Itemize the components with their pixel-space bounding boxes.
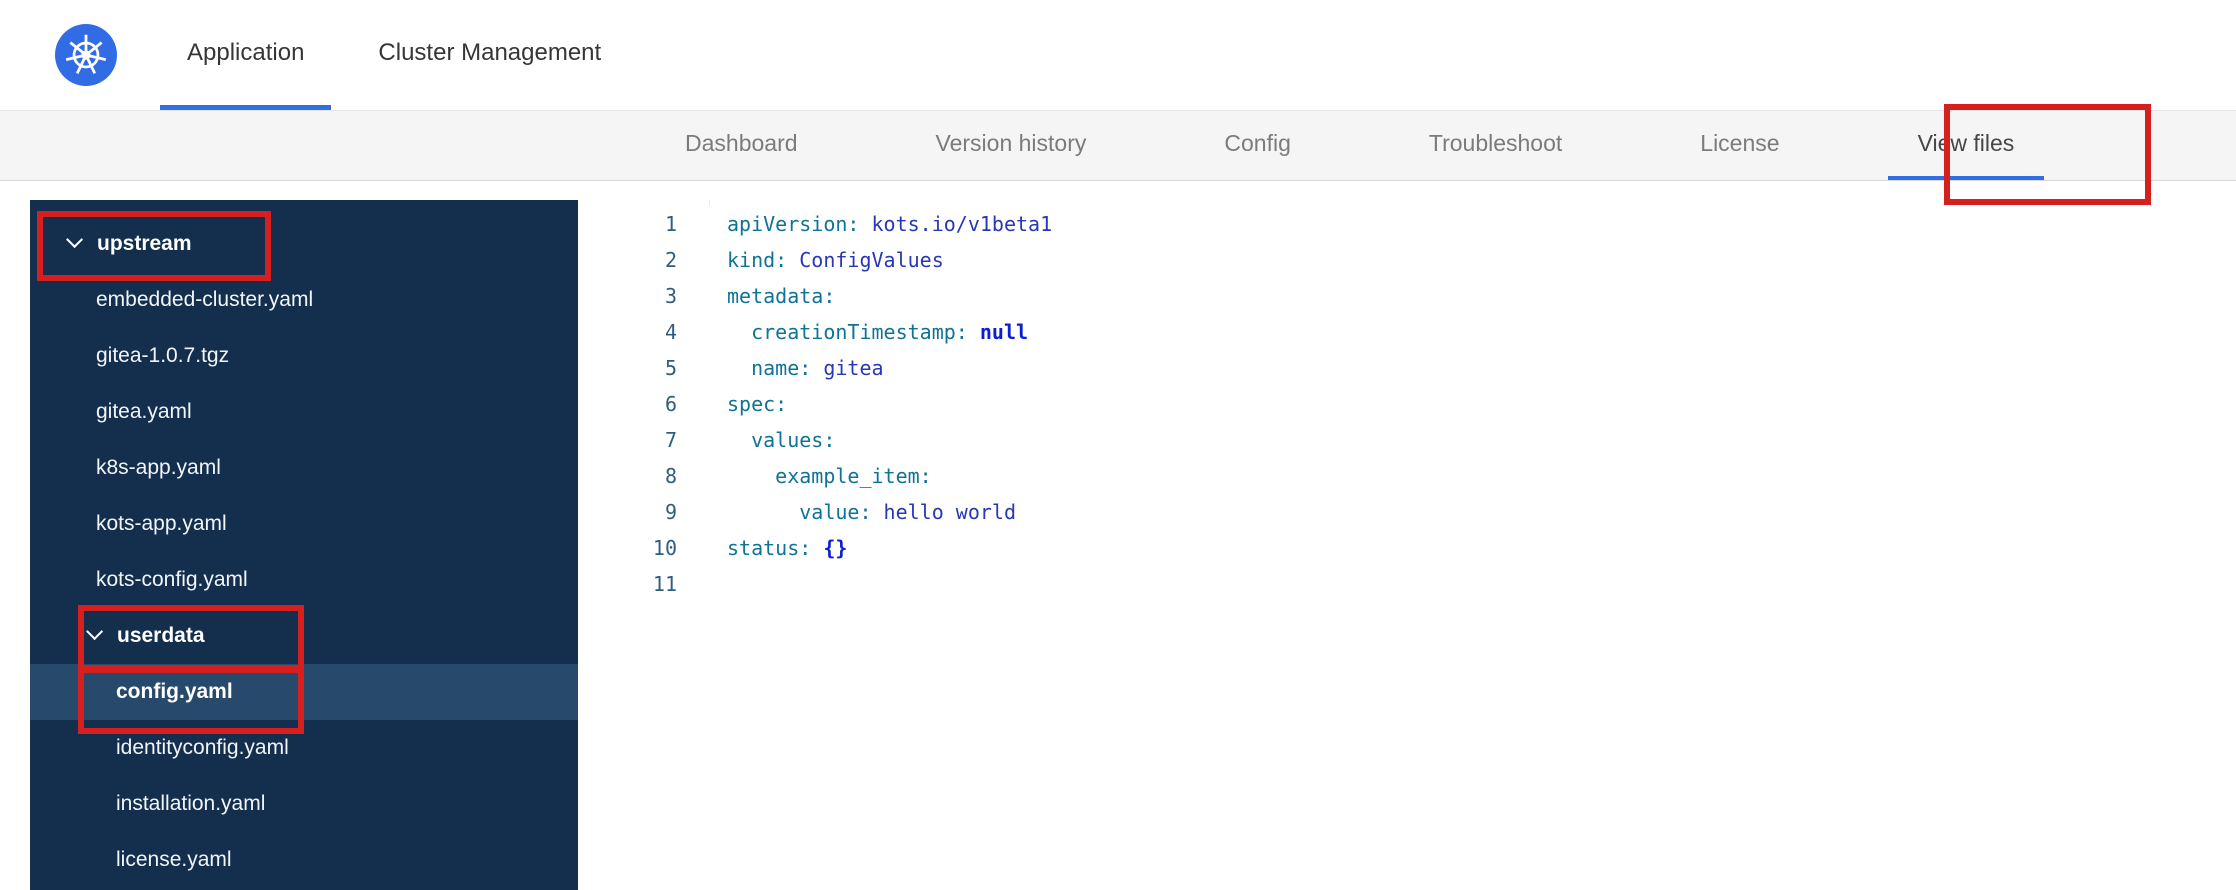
yaml-key: value: [727,500,872,524]
tab-application[interactable]: Application [160,0,332,110]
tree-file-kots-app[interactable]: kots-app.yaml [30,496,578,552]
app-header: Application Cluster Management [0,0,2236,110]
code-line: 9 value: hello world [620,494,2236,530]
tree-file-label: gitea-1.0.7.tgz [96,344,230,367]
line-number: 1 [664,212,677,236]
tree-file-label: license.yaml [116,848,232,871]
file-content-editor[interactable]: 1 apiVersion: kots.io/v1beta1 2 kind: Co… [620,206,2236,890]
tree-file-gitea-yaml[interactable]: gitea.yaml [30,384,578,440]
line-number: 11 [652,572,677,596]
yaml-value: gitea [811,356,884,380]
tab-license[interactable]: License [1670,111,1809,180]
yaml-key: name: [727,356,812,380]
code-line: 5 name: gitea [620,350,2236,386]
line-number: 4 [664,320,677,344]
line-number: 2 [664,248,677,272]
tab-dashboard[interactable]: Dashboard [655,111,828,180]
yaml-key: spec: [727,392,788,416]
tab-cluster-management[interactable]: Cluster Management [351,0,628,110]
tree-file-label: gitea.yaml [96,400,192,423]
tree-file-identityconfig[interactable]: identityconfig.yaml [30,720,578,776]
tree-file-label: installation.yaml [116,792,266,815]
code-line: 7 values: [620,422,2236,458]
yaml-keyword-value: {} [811,536,848,560]
line-number: 8 [664,464,677,488]
code-line: 10 status: {} [620,530,2236,566]
yaml-value: ConfigValues [787,248,944,272]
tab-view-files[interactable]: View files [1887,111,2045,180]
tree-file-label: kots-app.yaml [96,512,227,535]
yaml-value: kots.io/v1beta1 [859,212,1053,236]
tree-file-embedded-cluster[interactable]: embedded-cluster.yaml [30,272,578,328]
tree-file-license[interactable]: license.yaml [30,832,578,888]
yaml-value: hello world [871,500,1016,524]
yaml-key: metadata: [727,284,836,308]
tree-file-label: embedded-cluster.yaml [96,288,314,311]
tree-file-installation[interactable]: installation.yaml [30,776,578,832]
yaml-key: apiVersion: [727,212,860,236]
tree-file-kots-config[interactable]: kots-config.yaml [30,552,578,608]
line-number: 7 [664,428,677,452]
line-number: 5 [664,356,677,380]
tab-troubleshoot[interactable]: Troubleshoot [1399,111,1592,180]
tree-file-label: identityconfig.yaml [116,736,289,759]
code-line: 4 creationTimestamp: null [620,314,2236,350]
tree-file-gitea-tgz[interactable]: gitea-1.0.7.tgz [30,328,578,384]
tree-file-label: kots-config.yaml [96,568,248,591]
yaml-key: status: [727,536,812,560]
yaml-key: values: [727,428,836,452]
tree-folder-upstream[interactable]: upstream [30,216,578,272]
tree-file-label: config.yaml [116,680,233,703]
line-number: 9 [664,500,677,524]
code-line: 3 metadata: [620,278,2236,314]
tab-config[interactable]: Config [1194,111,1320,180]
code-line: 8 example_item: [620,458,2236,494]
tab-version-history[interactable]: Version history [906,111,1117,180]
tree-folder-label: userdata [117,624,205,647]
yaml-keyword-value: null [967,320,1029,344]
chevron-down-icon [66,231,84,249]
line-number: 10 [652,536,677,560]
file-tree-sidebar: upstream embedded-cluster.yaml gitea-1.0… [30,200,578,890]
code-line: 6 spec: [620,386,2236,422]
line-number: 3 [664,284,677,308]
code-line: 2 kind: ConfigValues [620,242,2236,278]
tree-folder-label: upstream [97,232,192,255]
yaml-key: example_item: [727,464,932,488]
code-line: 11 [620,566,2236,602]
tree-file-k8s-app[interactable]: k8s-app.yaml [30,440,578,496]
tree-file-label: k8s-app.yaml [96,456,221,479]
line-number: 6 [664,392,677,416]
tree-folder-userdata[interactable]: userdata [30,608,578,664]
kubernetes-logo-icon [55,24,117,86]
yaml-key: creationTimestamp: [727,320,968,344]
chevron-down-icon [86,623,104,641]
yaml-key: kind: [727,248,788,272]
tree-file-config-selected[interactable]: config.yaml [30,664,578,720]
app-subnav: Dashboard Version history Config Trouble… [0,110,2236,181]
code-line: 1 apiVersion: kots.io/v1beta1 [620,206,2236,242]
